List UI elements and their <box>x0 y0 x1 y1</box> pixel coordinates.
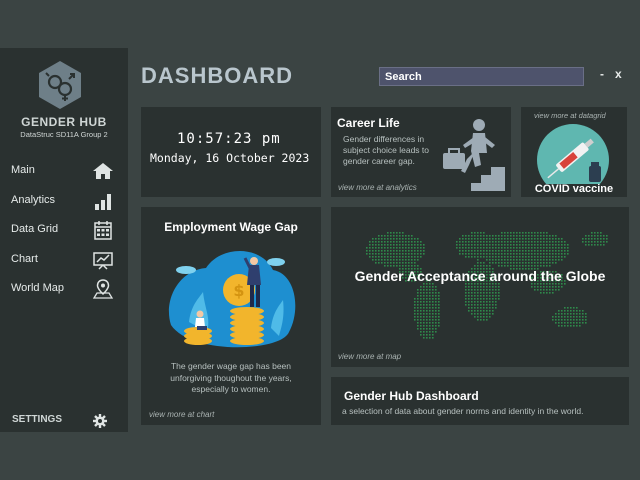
sidebar-item-main[interactable]: Main <box>0 158 128 184</box>
sidebar-item-label: Data Grid <box>11 223 59 235</box>
covid-vaccine-card[interactable]: view more at datagrid COVID vaccine <box>521 107 627 197</box>
globe-title: Gender Acceptance around the Globe <box>354 268 606 284</box>
search-input[interactable] <box>379 67 584 86</box>
presentation-chart-icon <box>93 252 113 270</box>
clock-date: Monday, 16 October 2023 <box>150 151 310 165</box>
group-name: DataStruc SD11A Group 2 <box>20 130 108 139</box>
wage-view-more-link[interactable]: view more at chart <box>149 410 214 419</box>
wage-gap-card[interactable]: Employment Wage Gap $ The gender wage ga… <box>141 207 321 425</box>
gear-icon <box>93 414 107 428</box>
career-view-more-link[interactable]: view more at analytics <box>338 183 417 192</box>
vaccine-syringe-illustration <box>537 124 609 184</box>
clock-time: 10:57:23 pm <box>177 131 281 147</box>
sidebar-item-label: World Map <box>11 282 64 294</box>
sidebar-item-analytics[interactable]: Analytics <box>0 188 128 214</box>
gender-acceptance-card[interactable]: Gender Acceptance around the Globe view … <box>331 207 629 367</box>
covid-view-more-link[interactable]: view more at datagrid <box>534 111 606 120</box>
bar-chart-icon <box>95 194 111 210</box>
home-icon <box>93 163 113 179</box>
page-title: DASHBOARD <box>141 63 293 88</box>
career-life-card[interactable]: Career Life Gender differences in subjec… <box>331 107 511 197</box>
settings-button[interactable]: SETTINGS <box>0 410 128 432</box>
sidebar-item-label: Analytics <box>11 194 56 206</box>
wage-title: Employment Wage Gap <box>164 220 298 234</box>
gender-symbol-logo-icon <box>39 61 81 109</box>
career-stairs-illustration <box>443 119 505 191</box>
globe-view-more-link[interactable]: view more at map <box>338 352 401 361</box>
sidebar-item-label: Main <box>11 164 35 176</box>
covid-title: COVID vaccine <box>534 183 614 195</box>
about-description: a selection of data about gender norms a… <box>342 406 584 416</box>
dotted-world-map <box>366 232 608 339</box>
sidebar-item-label: Chart <box>11 253 38 265</box>
wage-gap-illustration: $ <box>168 250 296 348</box>
calendar-grid-icon <box>94 221 112 240</box>
sidebar-item-chart[interactable]: Chart <box>0 247 128 273</box>
brand-name: GENDER HUB <box>21 115 107 129</box>
career-title: Career Life <box>337 116 400 130</box>
settings-label: SETTINGS <box>12 414 63 425</box>
svg-text:$: $ <box>233 281 244 300</box>
map-pin-icon <box>92 279 114 299</box>
career-description: Gender differences in subject choice lea… <box>343 134 429 166</box>
sidebar-item-world-map[interactable]: World Map <box>0 276 128 302</box>
sidebar: GENDER HUB DataStruc SD11A Group 2 Main … <box>0 48 128 432</box>
wage-description: The gender wage gap has been unforgiving… <box>170 361 292 394</box>
close-button[interactable]: x <box>615 67 622 81</box>
sidebar-item-data-grid[interactable]: Data Grid <box>0 217 128 243</box>
about-card: Gender Hub Dashboard a selection of data… <box>331 377 629 425</box>
minimize-button[interactable]: - <box>600 67 604 81</box>
clock-card: 10:57:23 pm Monday, 16 October 2023 <box>141 107 321 197</box>
about-title: Gender Hub Dashboard <box>344 389 479 403</box>
